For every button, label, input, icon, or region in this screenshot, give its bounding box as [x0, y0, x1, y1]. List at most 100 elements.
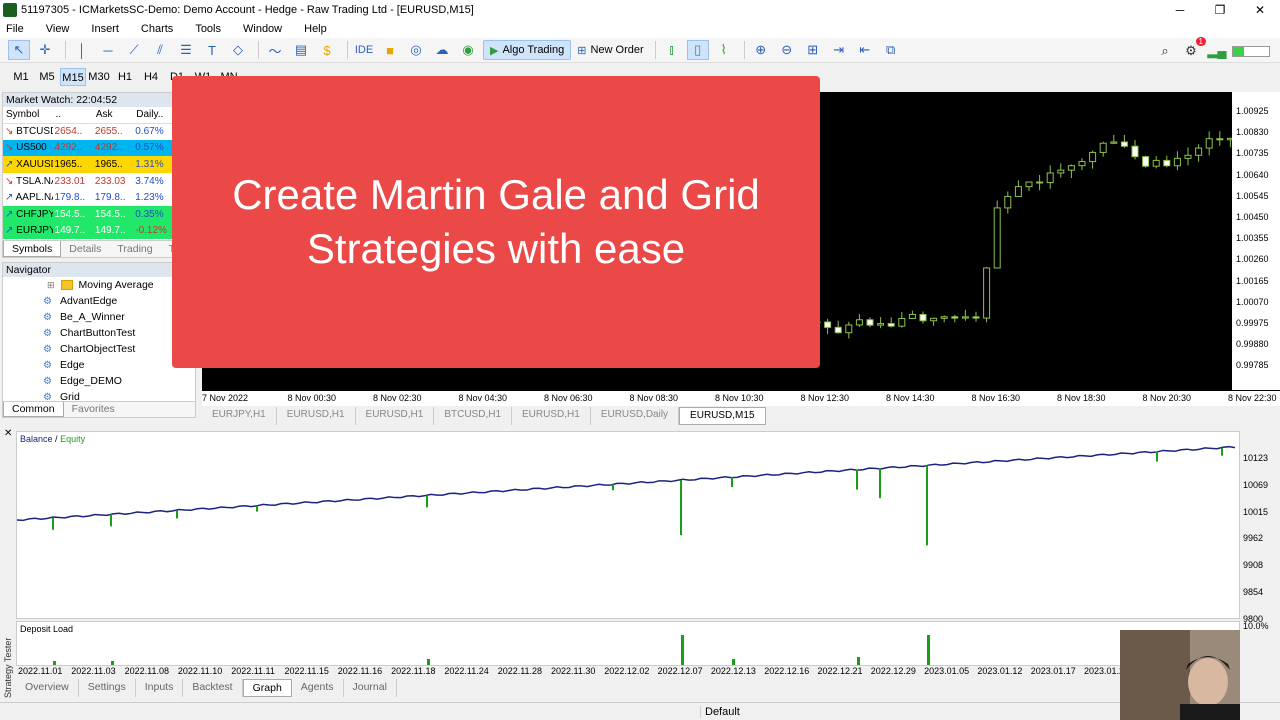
candle-chart-icon[interactable]: ▯: [686, 40, 709, 60]
menu-tools[interactable]: Tools: [184, 23, 232, 35]
tab-settings[interactable]: Settings: [79, 679, 136, 697]
zoom-out-icon[interactable]: ⊖: [776, 40, 798, 60]
tf-h1[interactable]: H1: [112, 68, 138, 86]
candle: [1036, 181, 1044, 184]
line-chart-icon[interactable]: ⌇: [713, 40, 735, 60]
symbol-row[interactable]: ↗ XAUUSD 1965.. 1965.. 1.31%: [3, 156, 175, 173]
tab-agents[interactable]: Agents: [292, 679, 344, 697]
nav-folder-moving-average[interactable]: ⊞ Moving Average: [3, 277, 195, 293]
tab-journal[interactable]: Journal: [344, 679, 397, 697]
nav-item[interactable]: ⚙ Edge: [3, 357, 195, 373]
tab-details[interactable]: Details: [61, 241, 109, 257]
tf-m1[interactable]: M1: [8, 68, 34, 86]
chart-tab-active[interactable]: EURUSD,M15: [679, 407, 766, 425]
search-icon[interactable]: ⌕: [1154, 41, 1176, 61]
nav-item-label: Edge_DEMO: [60, 375, 122, 387]
tf-h4[interactable]: H4: [138, 68, 164, 86]
chart-tab[interactable]: EURJPY,H1: [202, 407, 277, 425]
bag-icon[interactable]: ■: [379, 40, 401, 60]
chart-shift-icon[interactable]: ⇤: [854, 40, 876, 60]
nav-item[interactable]: ⚙ ChartButtonTest: [3, 325, 195, 341]
nav-item[interactable]: ⚙ Be_A_Winner: [3, 309, 195, 325]
direction-icon: ↘: [5, 175, 14, 187]
tester-close-icon[interactable]: ✕: [4, 428, 12, 439]
bar-chart-icon[interactable]: ⫾: [661, 40, 683, 60]
connection-bar: [1232, 45, 1270, 57]
date-tick: 2022.11.24: [444, 666, 489, 676]
date-tick: 2023.01.17: [1030, 666, 1076, 676]
symbol-row[interactable]: ↗ CHFJPY 154.5.. 154.5.. 0.35%: [3, 205, 175, 223]
market-watch-table: Symbol .. Ask Daily.. ↘ BTCUSD 2654.. 26…: [3, 107, 175, 240]
tab-favorites[interactable]: Favorites: [64, 402, 123, 417]
autoscroll-icon[interactable]: ⇥: [828, 40, 850, 60]
price-tick: 1.00925: [1236, 106, 1269, 116]
globe-icon[interactable]: ◉: [457, 40, 479, 60]
close-icon[interactable]: ✕: [1240, 0, 1280, 20]
col-ask[interactable]: Ask: [92, 107, 134, 124]
menu-insert[interactable]: Insert: [80, 23, 130, 35]
price-tick: 1.00450: [1236, 212, 1269, 222]
webcam-person: [1120, 630, 1240, 720]
ide-button[interactable]: IDE: [353, 40, 375, 60]
expand-icon[interactable]: ⊞: [47, 280, 55, 291]
notifications-icon[interactable]: ⚙ 1: [1180, 37, 1206, 61]
tab-backtest[interactable]: Backtest: [183, 679, 243, 697]
nav-item[interactable]: ⚙ AdvantEdge: [3, 293, 195, 309]
price-tick: 1.00545: [1236, 190, 1269, 201]
crosshair-icon[interactable]: ✛: [34, 40, 56, 60]
zoom-in-icon[interactable]: ⊕: [750, 40, 772, 60]
cursor-icon[interactable]: ↖: [8, 40, 30, 60]
menu-charts[interactable]: Charts: [130, 23, 184, 35]
restore-icon[interactable]: ❐: [1200, 0, 1240, 20]
chart-tab[interactable]: EURUSD,Daily: [591, 407, 680, 425]
tab-trading[interactable]: Trading: [109, 241, 160, 257]
col-bid[interactable]: ..: [52, 107, 93, 124]
date-tick: 2023.01.12: [977, 666, 1023, 676]
nav-item[interactable]: ⚙ Edge_DEMO: [3, 373, 195, 389]
channel-icon[interactable]: ⫽: [149, 40, 171, 60]
vertical-line-icon[interactable]: │: [71, 40, 93, 60]
screenshot-icon[interactable]: ⧉: [880, 40, 902, 60]
tf-m15[interactable]: M15: [60, 68, 86, 86]
signal-icon[interactable]: ◎: [405, 40, 427, 60]
text-icon[interactable]: T: [201, 40, 223, 60]
shapes-icon[interactable]: ◇: [227, 40, 249, 60]
chart-tab[interactable]: EURUSD,H1: [277, 407, 356, 425]
dollar-icon[interactable]: $: [316, 40, 338, 60]
tab-overview[interactable]: Overview: [16, 679, 79, 697]
horizontal-line-icon[interactable]: ─: [97, 40, 119, 60]
cloud-icon[interactable]: ☁: [431, 40, 453, 60]
chart-tab[interactable]: EURUSD,H1: [512, 407, 591, 425]
menu-view[interactable]: View: [35, 23, 81, 35]
symbol-row[interactable]: ↗ EURJPY 149.7.. 149.7.. -0.12%: [3, 222, 175, 240]
tf-m5[interactable]: M5: [34, 68, 60, 86]
trendline-icon[interactable]: ⟋: [123, 40, 145, 60]
symbol-row[interactable]: ↘ TSLA.NAS 233.01 233.03 3.74%: [3, 172, 175, 190]
symbol-row[interactable]: ↘ US500 4292.. 4292.. 0.57%: [3, 139, 175, 157]
algo-trading-button[interactable]: ▶ Algo Trading: [483, 40, 572, 60]
tab-inputs[interactable]: Inputs: [136, 679, 184, 697]
menu-help[interactable]: Help: [293, 23, 338, 35]
symbol-row[interactable]: ↘ BTCUSD 2654.. 2655.. 0.67%: [3, 123, 175, 140]
chart-tab[interactable]: BTCUSD,H1: [434, 407, 513, 425]
fibonacci-icon[interactable]: ☰: [175, 40, 197, 60]
tab-graph[interactable]: Graph: [242, 679, 292, 697]
minimize-icon[interactable]: ─: [1160, 0, 1200, 20]
new-order-button[interactable]: ⊞ New Order: [571, 40, 649, 60]
col-symbol[interactable]: Symbol: [3, 107, 53, 124]
chart-tab[interactable]: EURUSD,H1: [356, 407, 435, 425]
symbol-row[interactable]: ↗ AAPL.NAS 179.8.. 179.8.. 1.23%: [3, 189, 175, 206]
candle: [1184, 154, 1192, 159]
tab-common[interactable]: Common: [3, 402, 64, 417]
nav-item[interactable]: ⚙ ChartObjectTest: [3, 341, 195, 357]
menu-file[interactable]: File: [0, 23, 35, 35]
grid-icon[interactable]: ⊞: [802, 40, 824, 60]
templates-icon[interactable]: ▤: [290, 40, 312, 60]
col-daily[interactable]: Daily..: [133, 107, 175, 124]
menu-window[interactable]: Window: [232, 23, 293, 35]
indicators-icon[interactable]: 〜: [264, 40, 286, 60]
date-tick: 2022.11.30: [551, 666, 596, 676]
date-tick: 2022.11.10: [177, 666, 223, 676]
tf-m30[interactable]: M30: [86, 68, 112, 86]
tab-symbols[interactable]: Symbols: [3, 241, 62, 257]
